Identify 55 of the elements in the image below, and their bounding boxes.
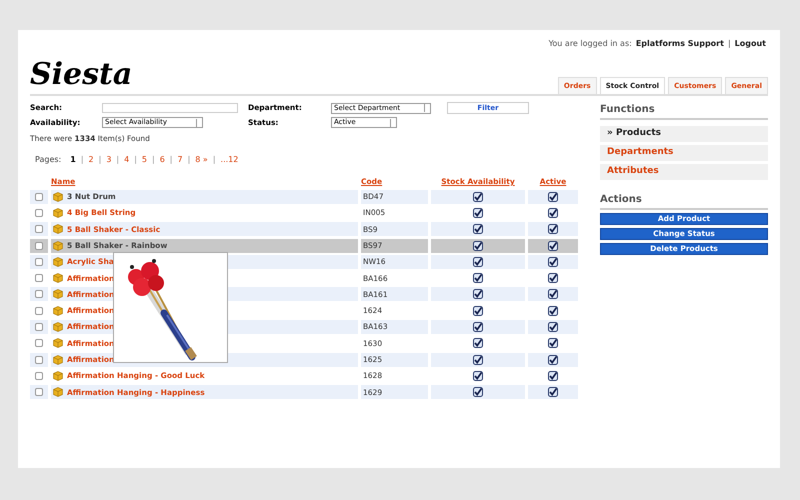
row-checkbox[interactable]	[35, 323, 43, 332]
row-checkbox[interactable]	[35, 290, 43, 298]
page-link[interactable]: 2	[88, 154, 94, 166]
pages-label: Pages:	[35, 154, 62, 166]
row-checkbox[interactable]	[35, 225, 43, 234]
row-checkbox[interactable]	[35, 208, 43, 217]
login-label: You are logged in as:	[548, 38, 632, 50]
logo: Siesta	[30, 60, 132, 94]
separator: |	[116, 154, 120, 166]
search-field[interactable]	[102, 103, 238, 113]
page-link[interactable]: 8 »	[195, 154, 208, 166]
row-checkbox[interactable]	[35, 388, 43, 396]
separator: |	[80, 154, 84, 166]
row-checkbox[interactable]	[35, 258, 43, 266]
function-menu-item[interactable]: Departments	[600, 145, 768, 161]
function-menu-item[interactable]: Attributes	[600, 164, 768, 180]
package-icon	[53, 370, 63, 381]
user-name: Eplatforms Support	[636, 38, 724, 50]
package-icon	[53, 208, 63, 218]
package-icon	[53, 192, 63, 202]
package-icon	[53, 306, 63, 316]
actions-heading: Actions	[600, 192, 768, 210]
package-icon	[53, 224, 63, 234]
package-icon	[53, 273, 63, 284]
separator: |	[170, 154, 172, 166]
package-icon	[53, 387, 63, 398]
page-link[interactable]: ...12	[220, 154, 238, 166]
page-link[interactable]: 6	[160, 154, 165, 166]
row-checkbox[interactable]	[35, 306, 43, 315]
page-link[interactable]: 3	[106, 154, 112, 166]
row-checkbox[interactable]	[35, 192, 43, 201]
page-link[interactable]: 5	[142, 154, 147, 166]
separator: |	[134, 154, 137, 166]
row-checkbox[interactable]	[35, 339, 43, 348]
page-link[interactable]: 7	[178, 154, 183, 166]
page-link[interactable]: 4	[124, 154, 130, 166]
row-checkbox[interactable]	[35, 372, 43, 380]
package-icon	[53, 256, 63, 267]
row-checkbox[interactable]	[35, 274, 43, 282]
package-icon	[53, 322, 63, 332]
functions-heading: Functions	[600, 102, 768, 120]
row-checkbox[interactable]	[35, 242, 43, 250]
row-checkbox[interactable]	[35, 356, 43, 364]
package-icon	[53, 338, 63, 348]
separator: |	[98, 154, 102, 166]
separator: |	[152, 154, 155, 166]
separator: |	[728, 38, 731, 50]
separator: |	[212, 154, 216, 166]
function-menu-item[interactable]: » Products	[600, 126, 768, 142]
separator: |	[188, 154, 190, 166]
package-icon	[53, 240, 63, 251]
logout-link[interactable]: Logout	[734, 38, 766, 50]
page-link[interactable]: 1	[70, 154, 76, 166]
package-icon	[53, 354, 63, 365]
package-icon	[53, 289, 63, 300]
